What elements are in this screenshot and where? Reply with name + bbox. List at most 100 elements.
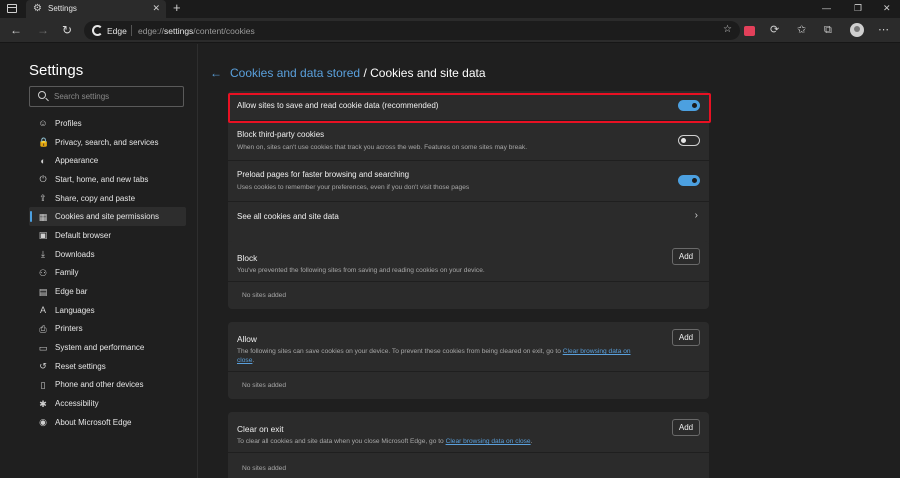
sidebar-item-cookies-and-site-permissions[interactable]: ▦ Cookies and site permissions: [29, 207, 186, 227]
back-icon[interactable]: ←: [10, 23, 22, 37]
sidebar-item-label: Profiles: [55, 118, 82, 128]
refresh-icon[interactable]: ↻: [62, 23, 72, 37]
block-add-button[interactable]: Add: [672, 248, 700, 265]
sidebar-item-reset-settings[interactable]: ↺ Reset settings: [29, 357, 186, 376]
allow-section: Allow The following sites can save cooki…: [228, 322, 709, 399]
tab-title: Settings: [48, 4, 77, 13]
refresh-extension-icon[interactable]: ⟳: [770, 23, 779, 37]
edge-icon: [92, 25, 103, 36]
download-icon: ⤓: [41, 249, 45, 260]
sidebar-item-downloads[interactable]: ⤓ Downloads: [29, 245, 186, 264]
address-brand: Edge: [107, 26, 127, 36]
block-third-party-label: Block third-party cookies: [237, 130, 325, 139]
family-icon: ⚇: [38, 267, 48, 278]
favorite-star-icon[interactable]: ☆: [723, 24, 732, 35]
see-all-cookies-label: See all cookies and site data: [237, 212, 339, 221]
allow-add-button[interactable]: Add: [672, 329, 700, 346]
forward-icon[interactable]: →: [37, 23, 49, 37]
block-section: Block You've prevented the following sit…: [228, 241, 709, 309]
breadcrumb: ← Cookies and data stored / Cookies and s…: [210, 66, 486, 80]
sidebar-title: Settings: [29, 62, 84, 79]
sidebar-item-label: Printers: [55, 324, 83, 334]
chevron-right-icon: ›: [694, 210, 698, 221]
sidebar-item-share-copy-and-paste[interactable]: ⇪ Share, copy and paste: [29, 189, 186, 208]
sidebar-item-family[interactable]: ⚇ Family: [29, 264, 186, 283]
block-title: Block: [237, 253, 258, 263]
accessibility-icon: ✱: [39, 398, 47, 409]
preload-toggle[interactable]: [678, 175, 700, 186]
window-menu-icon[interactable]: [7, 4, 17, 13]
sidebar-item-label: Phone and other devices: [55, 380, 144, 390]
allow-title: Allow: [237, 334, 257, 344]
lock-icon: 🔒: [38, 137, 50, 148]
clear-browsing-data-on-close-link[interactable]: Clear browsing data on close: [446, 438, 531, 445]
sidebar-item-label: Languages: [55, 305, 95, 315]
sidebar-item-label: Share, copy and paste: [55, 193, 136, 203]
extension-icon[interactable]: [744, 26, 755, 36]
new-tab-icon[interactable]: +: [173, 1, 181, 15]
clear-on-exit-empty-list: No sites added: [228, 452, 709, 478]
appearance-icon: ◐: [40, 155, 46, 166]
address-separator: [131, 25, 132, 36]
sidebar-item-phone-and-other-devices[interactable]: ▯ Phone and other devices: [29, 376, 186, 395]
sidebar-item-label: Default browser: [55, 230, 112, 240]
system-icon: ▭: [38, 342, 48, 353]
sidebar-item-label: Accessibility: [55, 399, 99, 409]
search-icon: [38, 91, 46, 99]
allow-empty-list: No sites added: [228, 371, 709, 399]
sidebar-item-about-microsoft-edge[interactable]: ◉ About Microsoft Edge: [29, 413, 186, 432]
sidebar-item-start-home-and-new-tabs[interactable]: ⏻ Start, home, and new tabs: [29, 170, 186, 189]
back-arrow-icon[interactable]: ←: [210, 66, 222, 80]
phone-icon: ▯: [40, 379, 46, 390]
maximize-icon[interactable]: ❐: [854, 3, 862, 14]
search-box[interactable]: [29, 86, 184, 107]
highlight-box: [228, 93, 711, 123]
avatar[interactable]: [850, 23, 864, 37]
tab-settings[interactable]: ⚙ Settings ✕: [26, 0, 166, 18]
collections-icon[interactable]: ⧉: [824, 23, 832, 37]
breadcrumb-parent-link[interactable]: Cookies and data stored: [230, 66, 360, 80]
sidebar-item-system-and-performance[interactable]: ▭ System and performance: [29, 338, 186, 357]
block-third-party-toggle[interactable]: [678, 135, 700, 146]
sidebar-item-label: Cookies and site permissions: [55, 212, 160, 222]
sidebar-item-label: Reset settings: [55, 361, 106, 371]
sidebar-item-appearance[interactable]: ◐ Appearance: [29, 151, 186, 170]
sidebar-item-printers[interactable]: ⎙ Printers: [29, 320, 186, 339]
address-url[interactable]: edge://settings/content/cookies: [138, 26, 255, 36]
power-icon: ⏻: [39, 174, 47, 185]
close-tab-icon[interactable]: ✕: [152, 3, 160, 14]
allow-desc: The following sites can save cookies on …: [237, 348, 631, 364]
browser-icon: ▣: [38, 230, 48, 241]
more-icon[interactable]: ⋯: [878, 23, 889, 37]
sidebar-item-edge-bar[interactable]: ▤ Edge bar: [29, 282, 186, 301]
page-title: Cookies and site data: [370, 66, 486, 80]
search-input[interactable]: [54, 90, 179, 103]
sidebar-item-profiles[interactable]: ☺ Profiles: [29, 114, 186, 133]
sidebar: Settings ☺ Profiles 🔒 Privacy, search, and …: [0, 44, 198, 478]
sidebar-nav: ☺ Profiles 🔒 Privacy, search, and services ◐…: [29, 114, 186, 432]
favorites-icon[interactable]: ✩: [797, 23, 806, 37]
sidebar-item-languages[interactable]: A Languages: [29, 301, 186, 320]
preload-desc: Uses cookies to remember your preference…: [237, 184, 470, 191]
block-desc: You've prevented the following sites fro…: [237, 267, 485, 274]
sidebar-item-label: Appearance: [55, 156, 99, 166]
breadcrumb-separator: /: [363, 66, 367, 80]
sidebar-item-label: Downloads: [55, 249, 95, 259]
sidebar-item-accessibility[interactable]: ✱ Accessibility: [29, 394, 186, 413]
see-all-cookies-row[interactable]: See all cookies and site data ›: [228, 202, 709, 231]
sidebar-item-privacy-search-and-services[interactable]: 🔒 Privacy, search, and services: [29, 133, 186, 152]
block-empty-text: No sites added: [242, 292, 286, 299]
minimize-icon[interactable]: —: [822, 3, 831, 13]
share-icon: ⇪: [39, 193, 47, 204]
clear-on-exit-add-button[interactable]: Add: [672, 419, 700, 436]
clear-on-exit-empty-text: No sites added: [242, 465, 286, 472]
sidebar-item-default-browser[interactable]: ▣ Default browser: [29, 226, 186, 245]
close-window-icon[interactable]: ✕: [883, 3, 891, 14]
reset-icon: ↺: [39, 361, 47, 372]
preload-label: Preload pages for faster browsing and se…: [237, 170, 410, 179]
sidebar-item-label: System and performance: [55, 343, 145, 353]
block-empty-list: No sites added: [228, 281, 709, 309]
sidebar-item-label: About Microsoft Edge: [55, 417, 132, 427]
edge-bar-icon: ▤: [38, 286, 48, 297]
address-bar[interactable]: Edge edge://settings/content/cookies ☆: [84, 21, 740, 40]
